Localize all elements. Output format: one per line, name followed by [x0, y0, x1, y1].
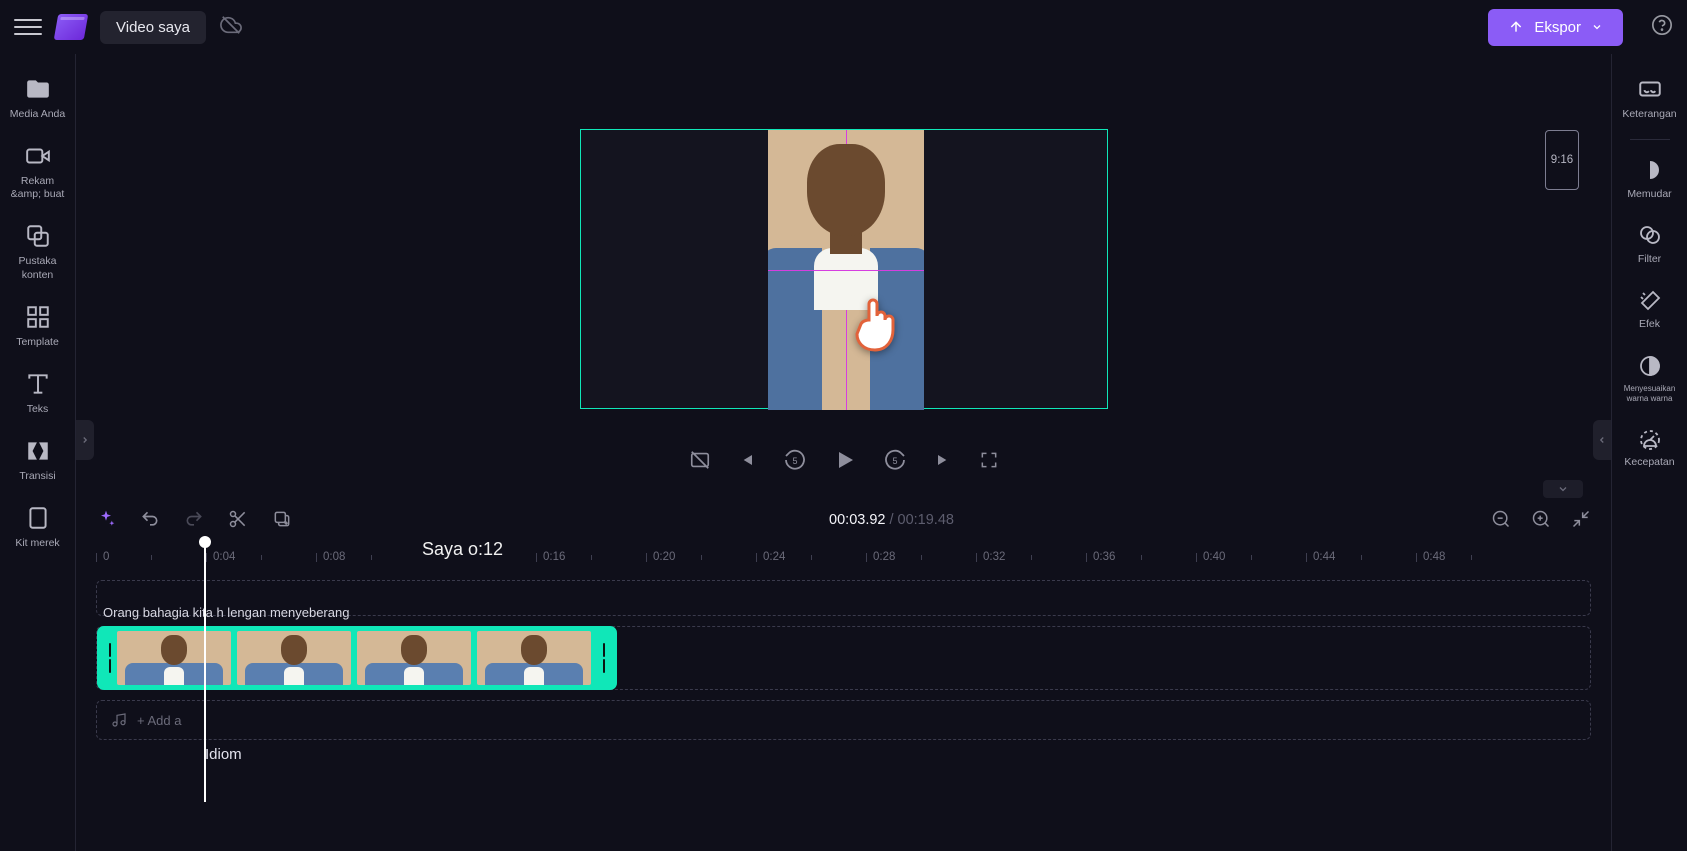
app-logo-icon: [54, 14, 89, 40]
timeline-ruler[interactable]: 0 0:04 0:08 0:16 0:20 0:24 0:28 0:32 0:36 0:40 0:4…: [96, 542, 1591, 572]
ruler-minor-tick: [921, 542, 922, 572]
export-button[interactable]: Ekspor: [1488, 9, 1623, 46]
sidebar-item-text[interactable]: Teks: [0, 363, 75, 424]
ruler-minor-tick: [591, 542, 592, 572]
play-button[interactable]: [833, 448, 857, 472]
current-time: 00:03.92: [829, 512, 885, 528]
ruler-minor-tick: [261, 542, 262, 572]
next-frame-button[interactable]: [933, 450, 953, 470]
total-time: 00:19.48: [898, 512, 954, 528]
rsidebar-item-fade[interactable]: Memudar: [1612, 150, 1687, 209]
ruler-tick: 0:40: [1196, 542, 1225, 572]
sidebar-item-brandkit[interactable]: Kit merek: [0, 497, 75, 558]
sidebar-item-record[interactable]: Rekam &amp; buat: [0, 135, 75, 209]
sidebar-item-label: Media Anda: [10, 108, 65, 121]
ruler-minor-tick: [1031, 542, 1032, 572]
video-clip[interactable]: [97, 626, 617, 690]
rsidebar-item-label: Menyesuaikan warna warna: [1616, 384, 1683, 404]
ruler-tick: 0:08: [316, 542, 345, 572]
ruler-minor-tick: [1471, 542, 1472, 572]
ruler-tick: 0:20: [646, 542, 675, 572]
rsidebar-item-captions[interactable]: Keterangan: [1612, 68, 1687, 129]
split-button[interactable]: [228, 509, 248, 532]
rewind-5-button[interactable]: 5: [783, 448, 807, 472]
aspect-ratio-button[interactable]: 9:16: [1545, 130, 1579, 190]
ruler-minor-tick: [811, 542, 812, 572]
ruler-minor-tick: [701, 542, 702, 572]
sidebar-item-label: Pustaka konten: [19, 255, 57, 281]
clip-thumbnail: [357, 631, 471, 685]
help-button[interactable]: [1651, 14, 1673, 41]
zoom-fit-button[interactable]: [1571, 509, 1591, 532]
ruler-tick: 0:04: [206, 542, 235, 572]
rsidebar-item-effects[interactable]: Efek: [1612, 280, 1687, 339]
ruler-minor-tick: [1141, 542, 1142, 572]
ruler-tick: 0:28: [866, 542, 895, 572]
clip-handle-left[interactable]: [109, 643, 111, 673]
sidebar-item-label: Transisi: [19, 470, 55, 483]
ruler-minor-tick: [1251, 542, 1252, 572]
rsidebar-item-label: Filter: [1638, 253, 1661, 266]
sidebar-item-transitions[interactable]: Transisi: [0, 430, 75, 491]
toggle-safe-zone-button[interactable]: [689, 449, 711, 471]
sync-off-icon[interactable]: [220, 14, 242, 41]
music-icon: [111, 712, 127, 728]
ruler-minor-tick: [371, 542, 372, 572]
forward-5-button[interactable]: 5: [883, 448, 907, 472]
audio-track[interactable]: + Add a: [96, 700, 1591, 740]
sidebar-item-label: Rekam &amp; buat: [11, 175, 65, 201]
svg-text:5: 5: [792, 456, 797, 466]
ruler-tick: 0: [96, 542, 109, 572]
idiom-overlay-text: Idiom: [205, 746, 242, 763]
playhead[interactable]: [204, 542, 206, 802]
ruler-minor-tick: [151, 542, 152, 572]
divider: [1630, 139, 1670, 140]
sidebar-item-label: Kit merek: [15, 537, 59, 550]
video-frame[interactable]: [768, 130, 924, 410]
ruler-marker-label: Saya o:12: [422, 539, 503, 560]
rsidebar-item-speed[interactable]: Kecepatan: [1612, 418, 1687, 477]
rsidebar-item-label: Kecepatan: [1624, 456, 1674, 469]
prev-frame-button[interactable]: [737, 450, 757, 470]
ruler-tick: 0:16: [536, 542, 565, 572]
sidebar-item-template[interactable]: Template: [0, 296, 75, 357]
sidebar-item-label: Template: [16, 336, 59, 349]
sidebar-item-label: Teks: [27, 403, 49, 416]
ai-magic-button[interactable]: [96, 509, 116, 532]
rsidebar-item-label: Keterangan: [1622, 108, 1676, 121]
ruler-tick: 0:44: [1306, 542, 1335, 572]
redo-button[interactable]: [184, 509, 204, 532]
clip-thumbnail: [237, 631, 351, 685]
svg-text:5: 5: [892, 456, 897, 466]
ruler-tick: 0:24: [756, 542, 785, 572]
project-title[interactable]: Video saya: [100, 11, 206, 44]
undo-button[interactable]: [140, 509, 160, 532]
clip-thumbnail: [117, 631, 231, 685]
preview-canvas[interactable]: [580, 129, 1108, 409]
rsidebar-item-label: Memudar: [1627, 188, 1671, 201]
video-track[interactable]: Orang bahagia kita h lengan menyeberang: [96, 626, 1591, 690]
zoom-out-button[interactable]: [1491, 509, 1511, 532]
sidebar-item-media[interactable]: Media Anda: [0, 68, 75, 129]
zoom-in-button[interactable]: [1531, 509, 1551, 532]
timeline-timecode: 00:03.92/00:19.48: [316, 512, 1467, 528]
menu-button[interactable]: [14, 13, 42, 41]
fullscreen-button[interactable]: [979, 450, 999, 470]
rsidebar-item-color[interactable]: Menyesuaikan warna warna: [1612, 346, 1687, 412]
ruler-tick: 0:48: [1416, 542, 1445, 572]
rsidebar-item-label: Efek: [1639, 318, 1660, 331]
aspect-ratio-label: 9:16: [1551, 154, 1573, 166]
rsidebar-item-filter[interactable]: Filter: [1612, 215, 1687, 274]
sidebar-item-library[interactable]: Pustaka konten: [0, 215, 75, 289]
clip-thumbnail: [477, 631, 591, 685]
timeline-collapse-button[interactable]: [1543, 480, 1583, 498]
clip-title: Orang bahagia kita h lengan menyeberang: [103, 605, 349, 620]
clip-handle-right[interactable]: [603, 643, 605, 673]
ruler-minor-tick: [1361, 542, 1362, 572]
ruler-tick: 0:36: [1086, 542, 1115, 572]
audio-placeholder-text: + Add a: [137, 713, 181, 728]
export-label: Ekspor: [1534, 19, 1581, 36]
duplicate-button[interactable]: [272, 509, 292, 532]
ruler-tick: 0:32: [976, 542, 1005, 572]
